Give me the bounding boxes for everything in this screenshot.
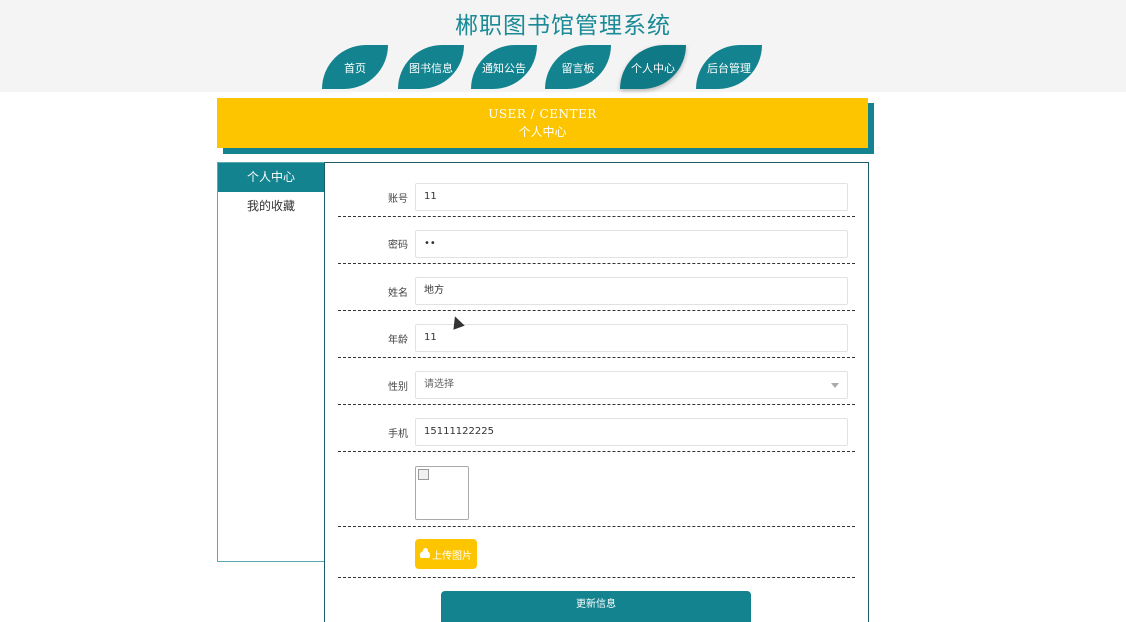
gender-select-value: 请选择 [424,379,454,390]
password-input[interactable]: •• [415,230,848,258]
account-input[interactable]: 11 [415,183,848,211]
broken-image-icon [418,469,429,480]
banner-english-title: USER / CENTER [488,107,597,121]
update-info-button[interactable]: 更新信息 [441,591,751,622]
sidebar-item-user-center[interactable]: 个人中心 [218,163,324,192]
main-nav: 首页 图书信息 通知公告 留言板 个人中心 后台管理 [0,45,1126,90]
cloud-upload-icon [420,547,430,558]
form-row-account: 账号 11 [338,181,855,217]
name-input[interactable]: 地方 [415,277,848,305]
upload-button-label: 上传图片 [432,550,472,562]
banner-chinese-title: 个人中心 [518,125,567,139]
section-banner: USER / CENTER 个人中心 [217,98,868,148]
form-row-age: 年龄 11 [338,311,855,358]
form-row-phone: 手机 15111122225 [338,405,855,452]
chevron-down-icon [831,383,839,388]
account-label: 账号 [388,194,408,205]
gender-select[interactable]: 请选择 [415,371,848,399]
nav-notices[interactable]: 通知公告 [471,45,537,89]
gender-label: 性别 [388,382,408,393]
sidebar: 个人中心 我的收藏 [217,162,325,562]
password-label: 密码 [388,240,408,251]
sidebar-item-favorites[interactable]: 我的收藏 [218,192,324,221]
form-row-upload: 上传图片 [338,527,855,578]
nav-user-center[interactable]: 个人中心 [620,45,686,89]
age-label: 年龄 [388,335,408,346]
form-row-gender: 性别 请选择 [338,358,855,405]
nav-home[interactable]: 首页 [322,45,388,89]
phone-label: 手机 [388,429,408,440]
form-row-password: 密码 •• [338,217,855,264]
phone-input[interactable]: 15111122225 [415,418,848,446]
nav-message-board[interactable]: 留言板 [545,45,611,89]
profile-form: 账号 11 密码 •• 姓名 地方 年龄 11 性别 请选择 手机 151111… [324,162,869,622]
upload-image-button[interactable]: 上传图片 [415,539,477,569]
site-title: 郴职图书馆管理系统 [455,13,671,39]
nav-admin[interactable]: 后台管理 [696,45,762,89]
nav-book-info[interactable]: 图书信息 [398,45,464,89]
age-input[interactable]: 11 [415,324,848,352]
site-header: 郴职图书馆管理系统 首页 图书信息 通知公告 留言板 个人中心 后台管理 [0,0,1126,92]
form-row-avatar [338,452,855,527]
name-label: 姓名 [388,288,408,299]
form-row-name: 姓名 地方 [338,264,855,311]
avatar-preview [415,466,469,520]
